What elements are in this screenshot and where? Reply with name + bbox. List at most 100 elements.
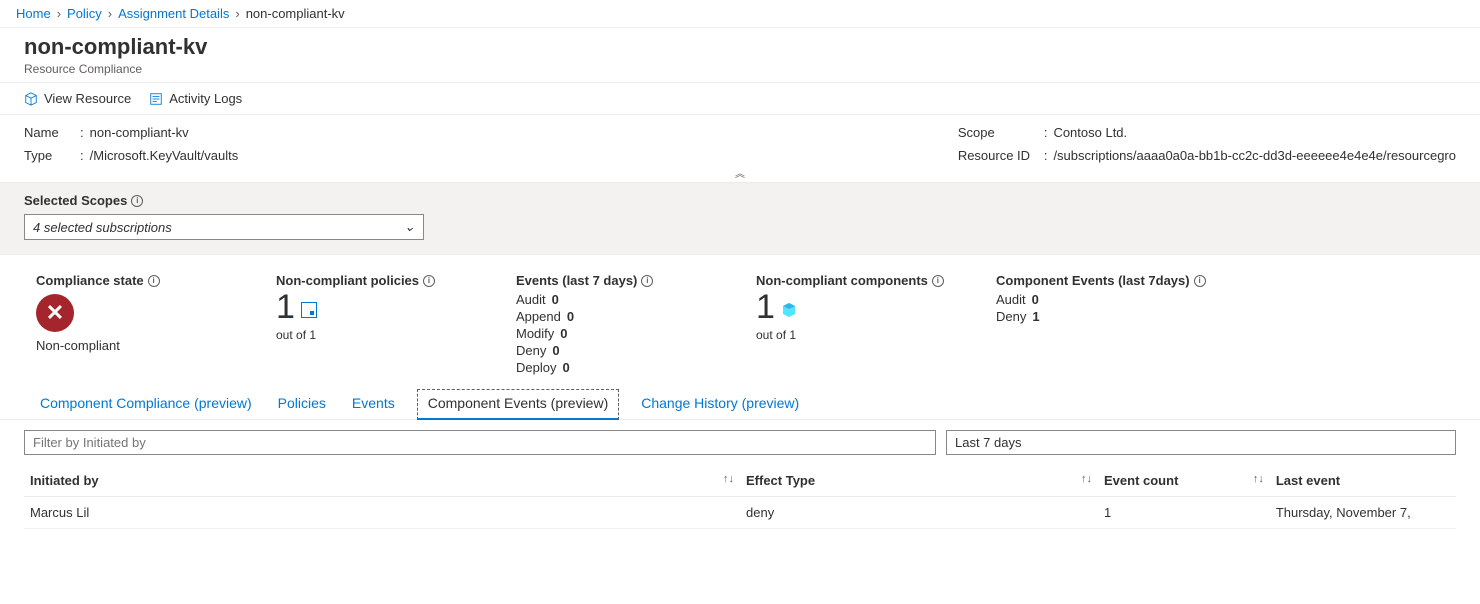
chevron-right-icon: ›	[57, 6, 61, 21]
noncompliant-components-value: 1	[756, 290, 775, 324]
activity-logs-button[interactable]: Activity Logs	[149, 91, 242, 106]
table-row[interactable]: Marcus Lildeny1Thursday, November 7,	[24, 497, 1456, 529]
breadcrumb-current: non-compliant-kv	[246, 6, 345, 21]
event-value: 0	[560, 326, 567, 341]
tab-change-history[interactable]: Change History (preview)	[637, 389, 803, 419]
activity-logs-label: Activity Logs	[169, 91, 242, 106]
event-value: 0	[552, 343, 559, 358]
breadcrumb: Home › Policy › Assignment Details › non…	[0, 0, 1480, 28]
event-value: 0	[1032, 292, 1039, 307]
event-value: 0	[552, 292, 559, 307]
cube-icon	[24, 92, 38, 106]
chevron-down-icon: ⌄	[404, 219, 415, 235]
info-icon[interactable]: i	[1194, 275, 1206, 287]
selected-scopes-dropdown[interactable]: 4 selected subscriptions ⌄	[24, 214, 424, 240]
events-label: Events (last 7 days)	[516, 273, 637, 288]
noncompliant-policies-label: Non-compliant policies	[276, 273, 419, 288]
event-value: 0	[562, 360, 569, 375]
prop-type-label: Type	[24, 148, 74, 163]
selected-scopes-label: Selected Scopes	[24, 193, 127, 208]
stats-row: Compliance state i ✕ Non-compliant Non-c…	[0, 255, 1480, 383]
chevron-right-icon: ›	[235, 6, 239, 21]
events-block: Events (last 7 days) i Audit 0Append 0Mo…	[516, 273, 716, 375]
prop-type-value: /Microsoft.KeyVault/vaults	[90, 148, 239, 163]
tabs: Component Compliance (preview) Policies …	[0, 383, 1480, 420]
page-subtitle: Resource Compliance	[24, 62, 1456, 76]
collapse-toggle[interactable]: ︽	[0, 163, 1480, 182]
compliance-state-label: Compliance state	[36, 273, 144, 288]
event-value: 0	[567, 309, 574, 324]
sort-icon: ↑↓	[1081, 473, 1092, 485]
event-label: Audit	[516, 292, 546, 307]
event-value: 1	[1032, 309, 1039, 324]
prop-scope-label: Scope	[958, 125, 1038, 140]
breadcrumb-assignment[interactable]: Assignment Details	[118, 6, 229, 21]
cell-last-event: Thursday, November 7,	[1270, 497, 1456, 529]
view-resource-button[interactable]: View Resource	[24, 91, 131, 106]
event-row: Deploy 0	[516, 360, 716, 375]
noncompliant-policies-block: Non-compliant policies i 1 out of 1	[276, 273, 476, 375]
noncompliant-components-block: Non-compliant components i 1 out of 1	[756, 273, 956, 375]
properties: Name : non-compliant-kv Type : /Microsof…	[0, 115, 1480, 163]
info-icon[interactable]: i	[423, 275, 435, 287]
sort-icon: ↑↓	[723, 473, 734, 485]
log-icon	[149, 92, 163, 106]
info-icon[interactable]: i	[131, 195, 143, 207]
tab-events[interactable]: Events	[348, 389, 399, 419]
tab-component-compliance[interactable]: Component Compliance (preview)	[36, 389, 256, 419]
prop-name-value: non-compliant-kv	[90, 125, 189, 140]
noncompliant-icon: ✕	[36, 294, 74, 332]
cell-event-count: 1	[1098, 497, 1270, 529]
noncompliant-components-label: Non-compliant components	[756, 273, 928, 288]
selected-scopes-value: 4 selected subscriptions	[33, 220, 172, 235]
col-event-count[interactable]: Event count↑↓	[1098, 465, 1270, 497]
event-label: Deny	[996, 309, 1026, 324]
col-effect-type[interactable]: Effect Type↑↓	[740, 465, 1098, 497]
component-icon	[781, 302, 797, 318]
toolbar: View Resource Activity Logs	[0, 82, 1480, 115]
col-last-event[interactable]: Last event	[1270, 465, 1456, 497]
noncompliant-components-outof: out of 1	[756, 328, 956, 342]
component-event-row: Audit 0	[996, 292, 1206, 307]
page-title: non-compliant-kv	[24, 34, 1456, 60]
chevron-right-icon: ›	[108, 6, 112, 21]
cell-effect-type: deny	[740, 497, 1098, 529]
tab-component-events[interactable]: Component Events (preview)	[417, 389, 620, 420]
title-block: non-compliant-kv Resource Compliance	[0, 28, 1480, 82]
events-table: Initiated by↑↓ Effect Type↑↓ Event count…	[24, 465, 1456, 529]
component-event-row: Deny 1	[996, 309, 1206, 324]
event-row: Modify 0	[516, 326, 716, 341]
compliance-state-value: Non-compliant	[36, 338, 236, 353]
component-events-block: Component Events (last 7days) i Audit 0D…	[996, 273, 1206, 375]
filter-range-value: Last 7 days	[955, 435, 1022, 450]
info-icon[interactable]: i	[148, 275, 160, 287]
prop-name-label: Name	[24, 125, 74, 140]
prop-scope-value: Contoso Ltd.	[1053, 125, 1127, 140]
prop-resource-id-value: /subscriptions/aaaa0a0a-bb1b-cc2c-dd3d-e…	[1053, 148, 1456, 163]
event-label: Modify	[516, 326, 554, 341]
noncompliant-policies-value: 1	[276, 290, 295, 324]
compliance-state-block: Compliance state i ✕ Non-compliant	[36, 273, 236, 375]
filter-initiated-by-input[interactable]	[24, 430, 936, 455]
selected-scopes-panel: Selected Scopes i 4 selected subscriptio…	[0, 182, 1480, 255]
info-icon[interactable]: i	[641, 275, 653, 287]
cell-initiated-by: Marcus Lil	[24, 497, 740, 529]
col-initiated-by[interactable]: Initiated by↑↓	[24, 465, 740, 497]
tab-policies[interactable]: Policies	[274, 389, 330, 419]
noncompliant-policies-outof: out of 1	[276, 328, 476, 342]
component-events-label: Component Events (last 7days)	[996, 273, 1190, 288]
event-label: Deploy	[516, 360, 556, 375]
view-resource-label: View Resource	[44, 91, 131, 106]
event-label: Audit	[996, 292, 1026, 307]
event-row: Deny 0	[516, 343, 716, 358]
event-label: Append	[516, 309, 561, 324]
info-icon[interactable]: i	[932, 275, 944, 287]
event-row: Append 0	[516, 309, 716, 324]
filter-range-dropdown[interactable]: Last 7 days	[946, 430, 1456, 455]
breadcrumb-policy[interactable]: Policy	[67, 6, 102, 21]
event-label: Deny	[516, 343, 546, 358]
policy-icon	[301, 302, 317, 318]
filter-row: Last 7 days	[0, 420, 1480, 465]
breadcrumb-home[interactable]: Home	[16, 6, 51, 21]
event-row: Audit 0	[516, 292, 716, 307]
